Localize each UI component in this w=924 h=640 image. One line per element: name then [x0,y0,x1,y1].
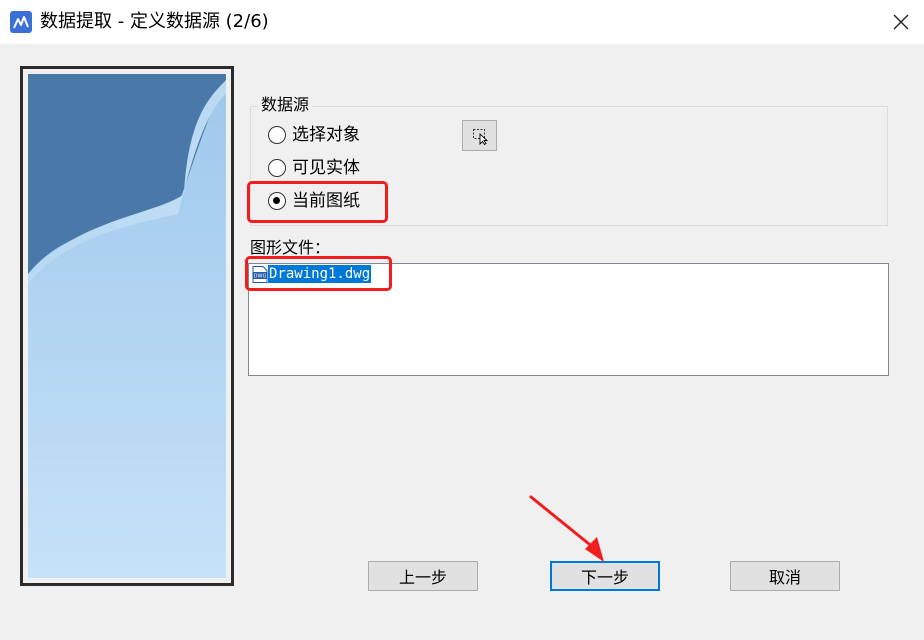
pick-objects-icon [473,129,489,145]
highlight-box-current-drawing [247,181,388,223]
radio-visible-entities[interactable]: 可见实体 [268,157,360,179]
radio-label: 选择对象 [292,125,360,145]
drawing-files-label: 图形文件： [250,238,331,257]
data-source-label: 数据源 [258,95,313,115]
radio-indicator [268,159,286,177]
radio-select-objects[interactable]: 选择对象 [268,124,360,146]
close-button[interactable] [878,0,924,44]
back-button[interactable]: 上一步 [368,561,478,591]
app-icon [10,11,32,33]
window-title: 数据提取 - 定义数据源 (2/6) [40,11,269,32]
page-curl-image [28,74,226,578]
next-button[interactable]: 下一步 [550,561,660,591]
title-bar: 数据提取 - 定义数据源 (2/6) [0,0,924,44]
pick-objects-button[interactable] [462,120,497,151]
wizard-illustration [20,66,234,586]
radio-indicator [268,126,286,144]
highlight-box-file [245,256,392,291]
close-icon [893,14,909,30]
radio-label: 可见实体 [292,158,360,178]
cancel-button[interactable]: 取消 [730,561,840,591]
